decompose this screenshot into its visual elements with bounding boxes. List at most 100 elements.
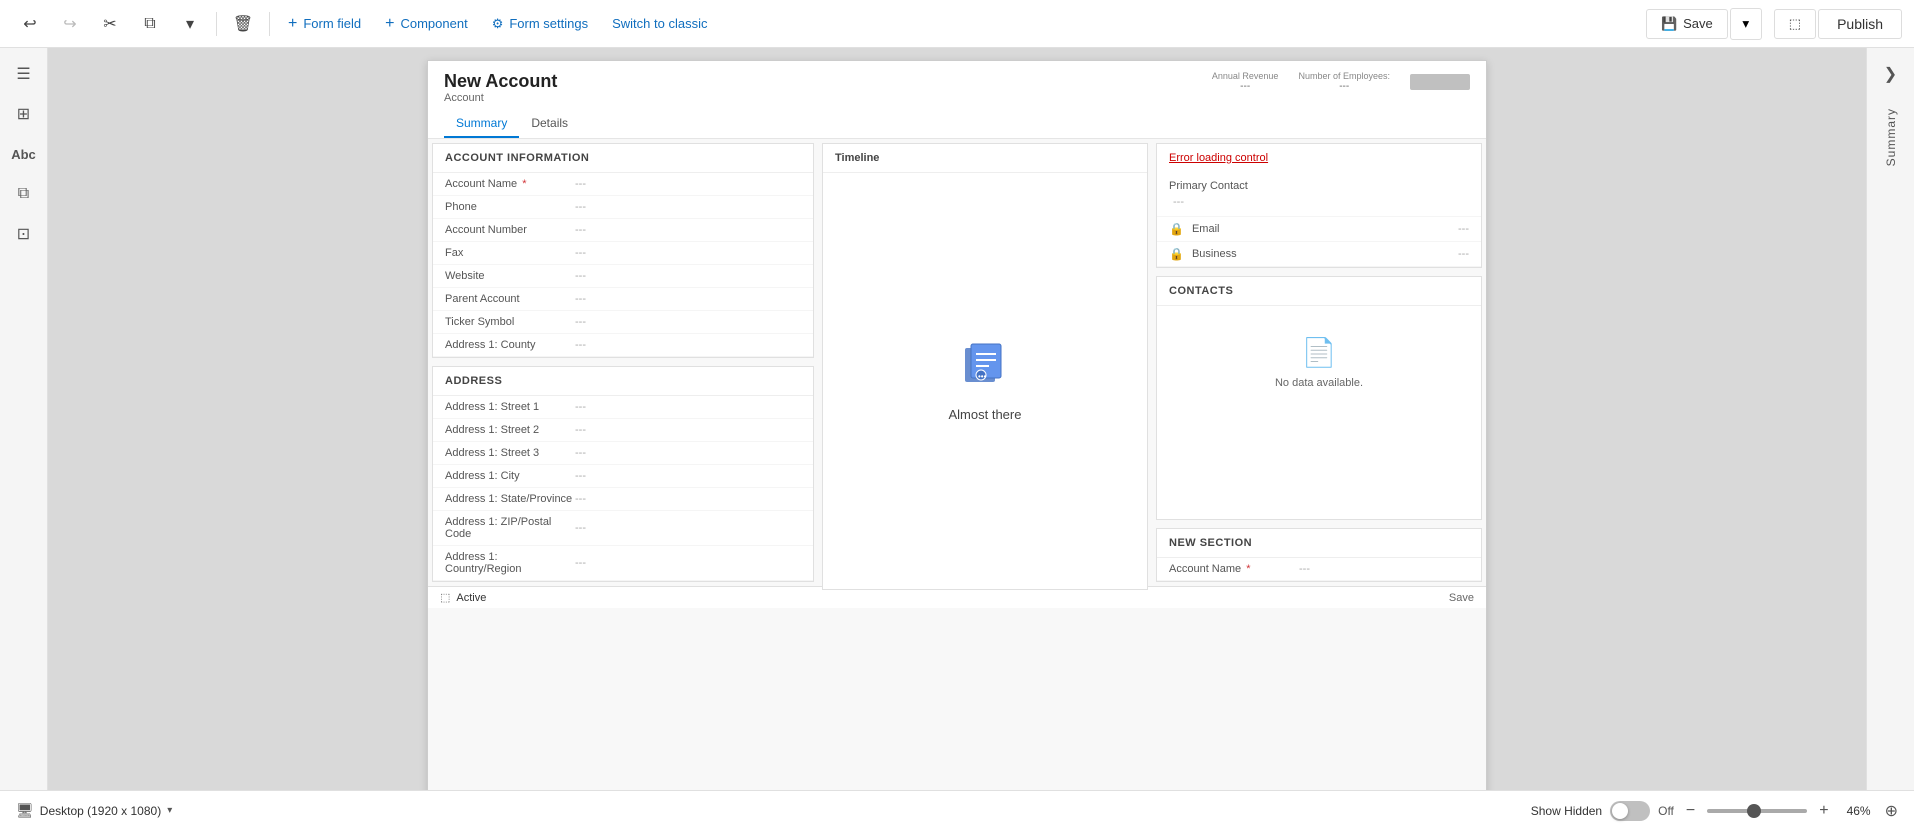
meta-blur-widget	[1410, 74, 1470, 90]
component-button[interactable]: + Component	[375, 9, 478, 39]
cut-button[interactable]: ✂	[92, 6, 128, 42]
business-label: Business	[1192, 248, 1237, 260]
no-data-icon: 📄	[1302, 336, 1337, 369]
right-col: Error loading control Primary Contact --…	[1152, 139, 1486, 586]
sidebar-menu-icon[interactable]: ☰	[6, 56, 42, 92]
form-field-button[interactable]: + Form field	[278, 9, 371, 39]
form-settings-button[interactable]: ⚙ Form settings	[482, 10, 598, 38]
bottom-bar: 🖥 Desktop (1920 x 1080) ▾ Show Hidden Of…	[0, 790, 1914, 830]
divider-2	[269, 12, 270, 36]
zip-value: ---	[575, 522, 801, 534]
business-value: ---	[1458, 248, 1469, 260]
error-link[interactable]: Error loading control	[1157, 144, 1481, 172]
field-website-label: Website	[445, 270, 575, 282]
lock-icon-business: 🔒	[1169, 247, 1184, 261]
sidebar-layers-icon[interactable]: ⊡	[6, 216, 42, 252]
email-field-row: 🔒 Email ---	[1157, 217, 1481, 242]
zoom-percent-label: 46%	[1841, 804, 1877, 818]
field-county-value: ---	[575, 339, 801, 351]
new-section-acct-label: Account Name *	[1169, 563, 1299, 575]
contacts-header: CONTACTS	[1157, 277, 1481, 306]
bottom-bar-left: 🖥 Desktop (1920 x 1080) ▾	[16, 802, 172, 819]
field-state: Address 1: State/Province ---	[433, 488, 813, 511]
account-info-section: ACCOUNT INFORMATION Account Name * --- P…	[428, 139, 818, 362]
field-phone: Phone ---	[433, 196, 813, 219]
country-label: Address 1: Country/Region	[445, 551, 575, 575]
field-acct-num-value: ---	[575, 224, 801, 236]
status-save-label: Save	[1449, 592, 1474, 604]
save-button[interactable]: 💾 Save	[1646, 9, 1728, 39]
field-ticker-value: ---	[575, 316, 801, 328]
publish-button[interactable]: Publish	[1818, 9, 1902, 39]
form-tabs: Summary Details	[444, 110, 1470, 138]
lock-icon-email: 🔒	[1169, 222, 1184, 236]
desktop-dropdown-arrow[interactable]: ▾	[167, 805, 172, 816]
save-label: Save	[1683, 16, 1713, 31]
account-info-section-inner: ACCOUNT INFORMATION Account Name * --- P…	[432, 143, 814, 358]
sidebar-grid-icon[interactable]: ⊞	[6, 96, 42, 132]
field-phone-label: Phone	[445, 201, 575, 213]
form-title: New Account	[444, 71, 557, 92]
zoom-plus-button[interactable]: +	[1815, 802, 1832, 820]
street3-label: Address 1: Street 3	[445, 447, 575, 459]
meta-employees: Number of Employees: ---	[1298, 71, 1390, 92]
field-zip: Address 1: ZIP/Postal Code ---	[433, 511, 813, 546]
redo-button[interactable]: ↪	[52, 6, 88, 42]
no-data-area: 📄 No data available.	[1157, 306, 1481, 419]
field-website: Website ---	[433, 265, 813, 288]
sidebar-copy-icon[interactable]: ⧉	[6, 176, 42, 212]
main-toolbar: ↩ ↪ ✂ ⧉ ▾ 🗑 + Form field + Component ⚙ F…	[0, 0, 1914, 48]
switch-classic-button[interactable]: Switch to classic	[602, 10, 717, 37]
show-hidden-toggle[interactable]	[1610, 801, 1650, 821]
tab-summary[interactable]: Summary	[444, 110, 519, 138]
desktop-label: Desktop (1920 x 1080)	[40, 804, 161, 818]
field-county-label: Address 1: County	[445, 339, 575, 351]
field-acct-num-label: Account Number	[445, 224, 575, 236]
error-section: Error loading control Primary Contact --…	[1156, 143, 1482, 268]
street1-value: ---	[575, 401, 801, 413]
status-active-label: Active	[456, 592, 486, 604]
publish-label: Publish	[1837, 16, 1883, 32]
svg-text:•••: •••	[978, 372, 987, 381]
zip-label: Address 1: ZIP/Postal Code	[445, 516, 575, 540]
field-parent-label: Parent Account	[445, 293, 575, 305]
state-value: ---	[575, 493, 801, 505]
field-fax-value: ---	[575, 247, 801, 259]
field-website-value: ---	[575, 270, 801, 282]
save-dropdown-button[interactable]: ▾	[1730, 8, 1762, 40]
publish-icon-button[interactable]: ⬚	[1774, 9, 1816, 39]
req-star-2: *	[1243, 563, 1250, 575]
new-section-acct-value: ---	[1299, 563, 1469, 575]
right-panel-close-button[interactable]: ❯	[1873, 56, 1909, 92]
dropdown-button[interactable]: ▾	[172, 6, 208, 42]
zoom-minus-button[interactable]: −	[1682, 802, 1699, 820]
undo-button[interactable]: ↩	[12, 6, 48, 42]
field-ticker: Ticker Symbol ---	[433, 311, 813, 334]
field-account-number: Account Number ---	[433, 219, 813, 242]
new-section: New Section Account Name * ---	[1156, 528, 1482, 582]
form-header: New Account Account Annual Revenue --- N…	[428, 61, 1486, 139]
divider-1	[216, 12, 217, 36]
meta-revenue-label: Annual Revenue	[1212, 71, 1279, 81]
tab-details[interactable]: Details	[519, 110, 580, 138]
field-parent-value: ---	[575, 293, 801, 305]
no-data-text: No data available.	[1275, 377, 1363, 389]
field-street3: Address 1: Street 3 ---	[433, 442, 813, 465]
field-county: Address 1: County ---	[433, 334, 813, 357]
form-field-label: Form field	[303, 16, 361, 31]
copy-button[interactable]: ⧉	[132, 6, 168, 42]
left-sidebar: ☰ ⊞ Abc ⧉ ⊡	[0, 48, 48, 830]
sidebar-text-icon[interactable]: Abc	[6, 136, 42, 172]
form-subtitle: Account	[444, 92, 557, 104]
state-label: Address 1: State/Province	[445, 493, 575, 505]
field-account-name-label: Account Name *	[445, 178, 575, 190]
street2-label: Address 1: Street 2	[445, 424, 575, 436]
field-fax: Fax ---	[433, 242, 813, 265]
fullscreen-icon[interactable]: ⊕	[1885, 801, 1898, 821]
delete-button[interactable]: 🗑	[225, 6, 261, 42]
country-value: ---	[575, 557, 801, 569]
timeline-section: Timeline •••	[822, 143, 1148, 590]
settings-icon: ⚙	[492, 16, 504, 32]
zoom-slider[interactable]	[1707, 809, 1807, 813]
city-label: Address 1: City	[445, 470, 575, 482]
